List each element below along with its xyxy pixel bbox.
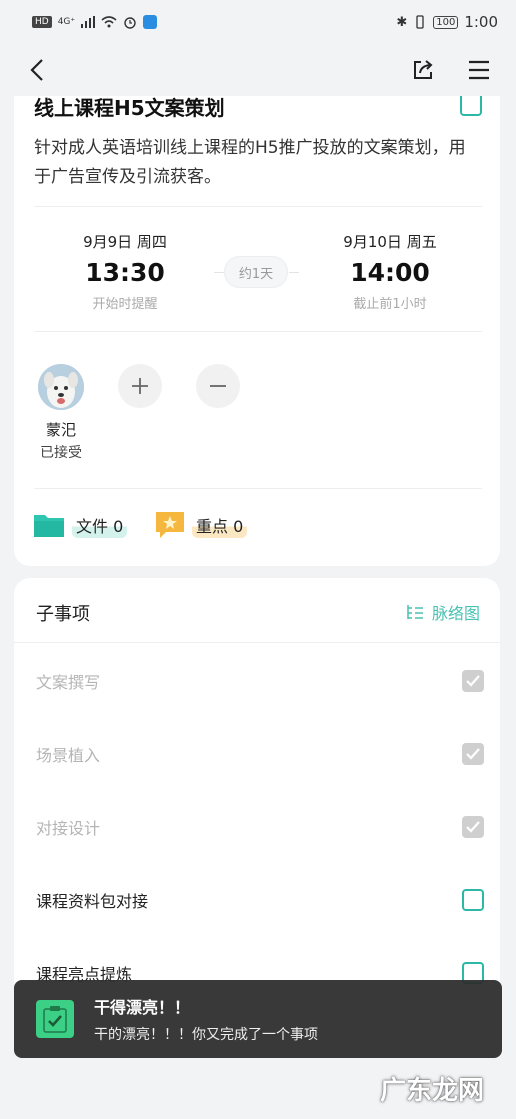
duration-line-right (289, 272, 299, 273)
toast-message: 干的漂亮！！！你又完成了一个事项 (94, 1027, 318, 1043)
toast-title: 干得漂亮！！ (94, 998, 191, 1017)
shield-icon (143, 15, 158, 29)
alarm-icon (124, 17, 136, 29)
files-tag[interactable]: 文件 0 (34, 512, 128, 538)
bluetooth-icon: ✱ (396, 14, 408, 30)
subtask-label: 文案撰写 (36, 673, 101, 692)
check-icon (466, 748, 480, 760)
subtasks-card: 子事项 脉络图 文案撰写 场景植入 对接设计 课程资料包对接 课程亮点提炼 (14, 578, 500, 1038)
end-time-block[interactable]: 9月10日 周五 14:00 截止前1小时 (315, 231, 465, 312)
top-bar (0, 44, 516, 96)
checked-checkbox[interactable] (462, 816, 484, 838)
watermark: 广东龙网 (380, 1076, 485, 1106)
divider (34, 206, 482, 207)
start-date: 9月9日 周四 (83, 233, 167, 251)
keypoints-label: 重点 0 (192, 512, 248, 538)
hd-badge: HD (32, 16, 52, 28)
avatar[interactable] (38, 364, 84, 410)
unchecked-checkbox[interactable] (462, 889, 484, 911)
clipboard-check-icon (36, 1000, 74, 1038)
network-indicator: 4G⁺ (57, 17, 76, 27)
end-time: 14:00 (350, 258, 430, 287)
duration-badge: 约1天 (224, 256, 288, 288)
battery-indicator: 100 (433, 15, 459, 29)
menu-button[interactable] (466, 57, 492, 83)
star-note-icon (156, 512, 184, 538)
remove-member-button[interactable] (196, 364, 240, 408)
list-tree-icon (407, 605, 423, 619)
signal-icon (81, 16, 96, 28)
checked-checkbox[interactable] (462, 670, 484, 692)
end-date: 9月10日 周五 (343, 233, 437, 251)
wifi-icon (101, 16, 117, 28)
status-time: 1:00 (464, 13, 498, 31)
duration-line-left (214, 272, 224, 273)
checked-checkbox[interactable] (462, 743, 484, 765)
divider (34, 331, 482, 332)
add-member-button[interactable] (118, 364, 162, 408)
task-checkbox[interactable] (460, 96, 482, 116)
share-button[interactable] (410, 57, 436, 83)
subtask-label: 对接设计 (36, 819, 101, 838)
minus-icon (210, 385, 226, 387)
start-time: 13:30 (85, 258, 165, 287)
member-status: 已接受 (40, 445, 82, 461)
dog-avatar-icon (38, 364, 84, 410)
success-toast: 干得漂亮！！ 干的漂亮！！！你又完成了一个事项 (14, 980, 502, 1058)
divider (34, 488, 482, 489)
subtask-label: 课程资料包对接 (36, 892, 149, 911)
start-reminder: 开始时提醒 (92, 297, 158, 312)
keypoints-tag[interactable]: 重点 0 (156, 512, 248, 538)
list-item[interactable]: 课程资料包对接 (36, 885, 484, 915)
subtask-label: 场景植入 (36, 746, 101, 765)
mindmap-label: 脉络图 (431, 604, 480, 623)
list-item[interactable]: 对接设计 (36, 812, 484, 842)
status-bar: HD 4G⁺ ✱ 100 1:00 (0, 0, 516, 44)
menu-icon (469, 60, 489, 80)
list-item[interactable]: 文案撰写 (36, 666, 484, 696)
divider (14, 642, 500, 643)
subtasks-title: 子事项 (36, 604, 90, 625)
folder-icon (34, 515, 64, 537)
end-reminder: 截止前1小时 (353, 297, 427, 312)
files-label: 文件 0 (72, 512, 128, 538)
share-icon (414, 60, 433, 79)
task-title: 线上课程H5文案策划 (34, 96, 225, 120)
task-detail-card: 线上课程H5文案策划 针对成人英语培训线上课程的H5推广投放的文案策划，用于广告… (14, 96, 500, 566)
plus-icon (132, 378, 148, 394)
back-button[interactable] (24, 57, 50, 83)
check-icon (466, 821, 480, 833)
vibrate-icon (416, 15, 424, 29)
check-icon (466, 675, 480, 687)
member-name: 蒙汜 (45, 421, 76, 439)
task-description: 针对成人英语培训线上课程的H5推广投放的文案策划，用于广告宣传及引流获客。 (34, 138, 466, 187)
mindmap-button[interactable]: 脉络图 (406, 600, 480, 624)
back-arrow-icon (30, 59, 43, 81)
start-time-block[interactable]: 9月9日 周四 13:30 开始时提醒 (50, 231, 200, 312)
list-item[interactable]: 场景植入 (36, 739, 484, 769)
